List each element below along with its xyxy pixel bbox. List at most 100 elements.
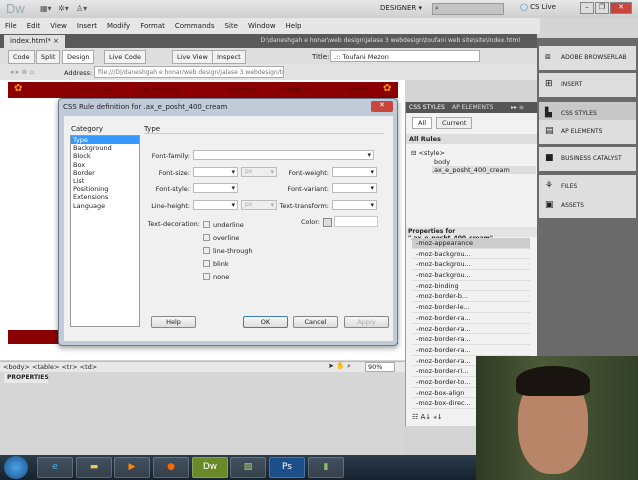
menu-window[interactable]: Window bbox=[248, 22, 276, 30]
color-picker-button[interactable] bbox=[323, 218, 332, 227]
category-language[interactable]: Language bbox=[71, 202, 139, 210]
menu-file[interactable]: File bbox=[5, 22, 17, 30]
workspace-switcher[interactable]: DESIGNER ▾ bbox=[380, 4, 422, 12]
category-list-item[interactable]: List bbox=[71, 177, 139, 185]
title-input[interactable]: .:: Toufani Mezon bbox=[330, 50, 480, 62]
rule-style[interactable]: ⊟ <style> bbox=[411, 149, 445, 157]
menu-format[interactable]: Format bbox=[140, 22, 165, 30]
zoom-select[interactable]: 90% bbox=[365, 362, 395, 372]
apply-button[interactable]: Apply bbox=[344, 316, 389, 328]
category-box[interactable]: Box bbox=[71, 161, 139, 169]
property-row[interactable]: -moz-binding bbox=[412, 281, 530, 292]
menu-modify[interactable]: Modify bbox=[107, 22, 130, 30]
category-extensions[interactable]: Extensions bbox=[71, 193, 139, 201]
layout-icon[interactable]: ▦▾ bbox=[40, 4, 52, 13]
font-style-select[interactable] bbox=[193, 183, 238, 193]
property-row[interactable]: -moz-border-ra... bbox=[412, 313, 530, 324]
maximize-button[interactable]: ❐ bbox=[595, 2, 609, 14]
dock-business-catalyst[interactable]: ■ BUSINESS CATALYST bbox=[539, 147, 636, 171]
underline-checkbox[interactable] bbox=[203, 221, 210, 228]
code-view-button[interactable]: Code bbox=[8, 50, 35, 64]
site-nav-item[interactable]: Home bbox=[348, 85, 367, 93]
category-background[interactable]: Background bbox=[71, 144, 139, 152]
rule-body[interactable]: body bbox=[434, 158, 450, 166]
gear-icon[interactable]: ✲▾ bbox=[58, 4, 69, 13]
category-list[interactable]: Type Background Block Box Border List Po… bbox=[70, 135, 140, 327]
font-weight-select[interactable] bbox=[332, 167, 377, 177]
camera-app-icon[interactable]: ▮ bbox=[308, 457, 344, 478]
font-family-select[interactable] bbox=[193, 150, 374, 160]
live-code-button[interactable]: Live Code bbox=[104, 50, 146, 64]
ok-button[interactable]: OK bbox=[243, 316, 288, 328]
site-nav-item[interactable]: Our Services bbox=[138, 85, 179, 93]
dock-browserlab[interactable]: ⧈ ADOBE BROWSERLAB bbox=[539, 46, 636, 70]
media-player-icon[interactable]: ▶ bbox=[114, 457, 150, 478]
property-row[interactable]: -moz-backgrou... bbox=[412, 259, 530, 271]
live-view-button[interactable]: Live View bbox=[172, 50, 213, 64]
design-view-button[interactable]: Design bbox=[62, 50, 95, 64]
close-tab-icon[interactable]: × bbox=[53, 37, 59, 45]
dreamweaver-task-icon[interactable]: Dw bbox=[192, 457, 228, 478]
site-nav-item[interactable]: About Us bbox=[283, 85, 312, 93]
current-button[interactable]: Current bbox=[436, 117, 473, 129]
all-button[interactable]: All bbox=[412, 117, 433, 129]
menu-commands[interactable]: Commands bbox=[175, 22, 215, 30]
site-nav-item[interactable]: Pictures bbox=[230, 85, 256, 93]
split-view-button[interactable]: Split bbox=[36, 50, 61, 64]
minimize-button[interactable]: – bbox=[580, 2, 594, 14]
site-icon[interactable]: ♙▾ bbox=[76, 4, 87, 13]
rule-ax-e-posht[interactable]: .ax_e_posht_400_cream bbox=[432, 166, 536, 174]
property-row[interactable]: -moz-border-ra... bbox=[412, 324, 530, 335]
overline-checkbox[interactable] bbox=[203, 234, 210, 241]
dialog-close-button[interactable]: ✕ bbox=[371, 101, 393, 112]
color-input[interactable] bbox=[334, 216, 378, 227]
blink-checkbox[interactable] bbox=[203, 260, 210, 267]
property-row[interactable]: -moz-backgrou... bbox=[412, 270, 530, 281]
close-button[interactable]: ✕ bbox=[610, 2, 632, 14]
menu-help[interactable]: Help bbox=[286, 22, 302, 30]
start-button[interactable] bbox=[4, 456, 28, 479]
dock-ap-elements[interactable]: ▤ AP ELEMENTS bbox=[539, 120, 636, 144]
app-task-icon[interactable]: ▨ bbox=[230, 457, 266, 478]
menu-insert[interactable]: Insert bbox=[77, 22, 97, 30]
font-size-select[interactable] bbox=[193, 167, 238, 177]
address-input[interactable]: file:///D|/daneshgah e honar/web design/… bbox=[94, 66, 284, 78]
dock-insert[interactable]: ⊞ INSERT bbox=[539, 73, 636, 97]
explorer-icon[interactable]: ▬ bbox=[76, 457, 112, 478]
firefox-icon[interactable]: ● bbox=[153, 457, 189, 478]
panel-menu-icon[interactable]: ▸▸ ≡ bbox=[511, 104, 524, 111]
cs-live-button[interactable]: ◯ CS Live bbox=[520, 3, 556, 11]
search-input[interactable]: ⌕ bbox=[432, 3, 504, 15]
none-checkbox[interactable] bbox=[203, 273, 210, 280]
tab-ap-elements[interactable]: AP ELEMENTS bbox=[452, 104, 493, 111]
category-border[interactable]: Border bbox=[71, 169, 139, 177]
inspect-button[interactable]: Inspect bbox=[212, 50, 246, 64]
tag-selector[interactable]: <body> <table> <tr> <td> bbox=[3, 363, 97, 371]
document-tab[interactable]: index.html* × bbox=[4, 35, 65, 48]
menu-view[interactable]: View bbox=[50, 22, 67, 30]
dock-assets[interactable]: ▣ ASSETS bbox=[539, 194, 636, 218]
view-toggle-icons[interactable]: ☷ A↓ ⁎↓ bbox=[412, 413, 443, 421]
line-through-checkbox[interactable] bbox=[203, 247, 210, 254]
property-row[interactable]: -moz-border-le... bbox=[412, 302, 530, 313]
property-row[interactable]: -moz-appearance bbox=[412, 238, 530, 249]
property-row[interactable]: -moz-border-ra... bbox=[412, 345, 530, 356]
category-positioning[interactable]: Positioning bbox=[71, 185, 139, 193]
font-size-unit-select[interactable]: px bbox=[241, 167, 277, 177]
property-row[interactable]: -moz-border-ra... bbox=[412, 334, 530, 345]
site-nav-item[interactable]: Contact Us bbox=[76, 85, 112, 93]
category-block[interactable]: Block bbox=[71, 152, 139, 160]
cancel-button[interactable]: Cancel bbox=[293, 316, 338, 328]
photoshop-icon[interactable]: Ps bbox=[269, 457, 305, 478]
properties-tab[interactable]: PROPERTIES bbox=[4, 373, 49, 383]
menu-edit[interactable]: Edit bbox=[27, 22, 41, 30]
select-hand-zoom-tools[interactable]: ➤ ✋ ⌕ bbox=[328, 362, 351, 371]
category-type[interactable]: Type bbox=[71, 136, 139, 145]
property-row[interactable]: -moz-border-b... bbox=[412, 291, 530, 303]
line-height-unit-select[interactable]: px bbox=[241, 200, 277, 210]
ie-icon[interactable]: e bbox=[37, 457, 73, 478]
tab-css-styles[interactable]: CSS STYLES bbox=[409, 104, 445, 111]
help-button[interactable]: Help bbox=[151, 316, 196, 328]
nav-buttons-icon[interactable]: ◂ ▸ ⊗ ⌂ bbox=[10, 68, 34, 76]
property-row[interactable]: -moz-backgrou... bbox=[412, 249, 530, 260]
